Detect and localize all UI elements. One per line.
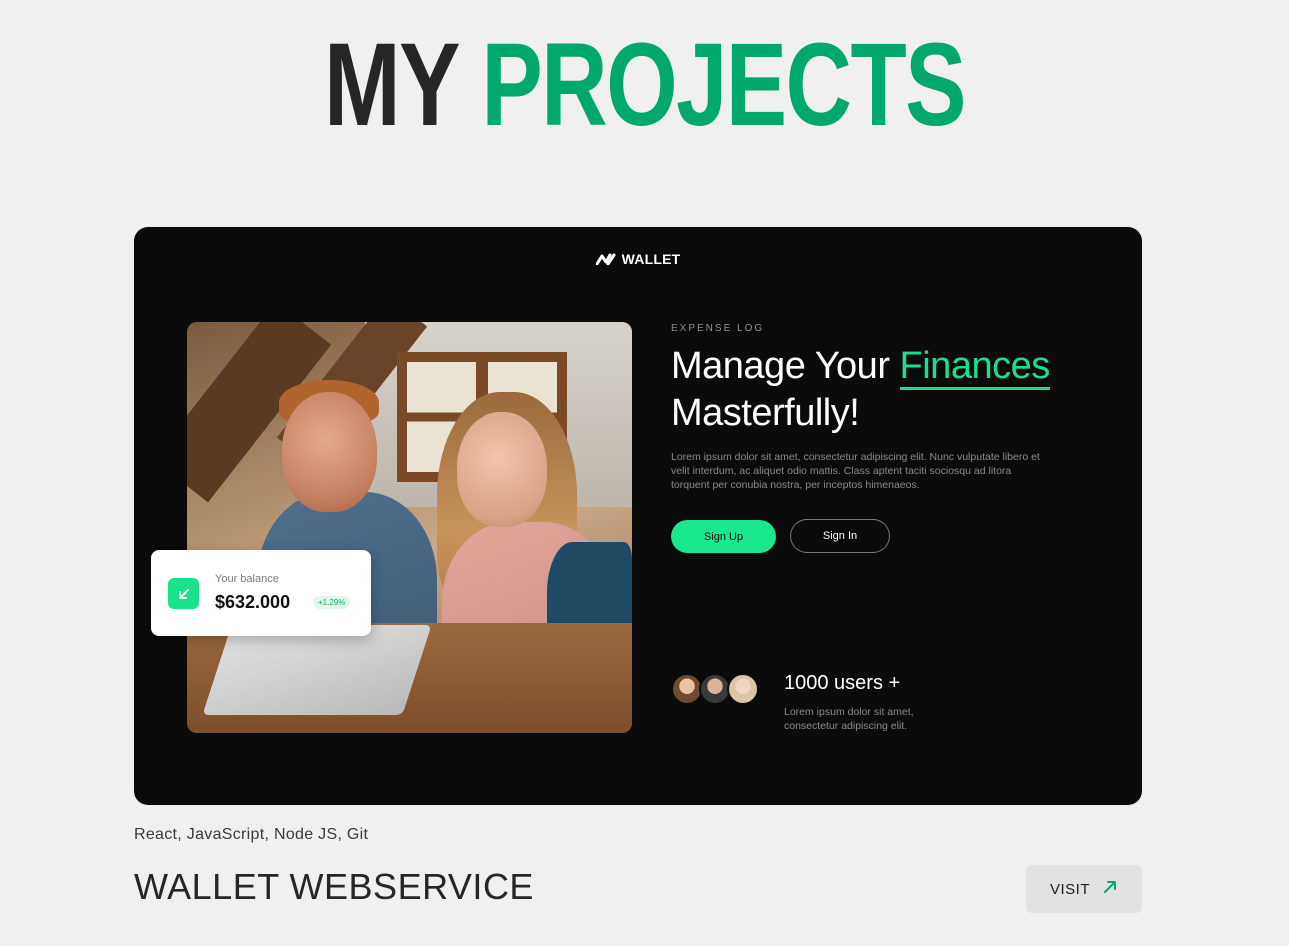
visit-button-label: VISIT xyxy=(1049,880,1090,898)
mockup-hero-description: Lorem ipsum dolor sit amet, consectetur … xyxy=(671,451,1040,491)
balance-change-badge: +1.29% xyxy=(313,596,351,609)
project-preview-card[interactable]: WALLET Your balance $632.000 +1.29% EXPE… xyxy=(134,227,1142,805)
page-title-word-my: MY xyxy=(324,19,459,151)
page-title: MY PROJECTS xyxy=(142,26,1147,144)
users-description: Lorem ipsum dolor sit amet, consectetur … xyxy=(784,706,914,732)
mockup-brand: WALLET xyxy=(134,251,1142,267)
mockup-hero-title: Manage Your Finances Masterfully! xyxy=(671,343,1111,437)
mockup-signup-button: Sign Up xyxy=(671,520,776,553)
project-tech-stack: React, JavaScript, Node JS, Git xyxy=(134,826,369,843)
users-count: 1000 users + xyxy=(784,672,901,694)
hero-title-accent: Finances xyxy=(899,345,1050,390)
visit-button[interactable]: VISIT xyxy=(1026,865,1142,913)
mockup-eyebrow: EXPENSE LOG xyxy=(671,323,765,334)
arrow-up-right-icon xyxy=(1102,879,1118,899)
balance-amount: $632.000 xyxy=(215,592,291,612)
hero-title-part-1: Manage Your xyxy=(671,345,900,387)
project-title: WALLET WEBSERVICE xyxy=(134,866,534,907)
page-title-word-projects: PROJECTS xyxy=(481,19,966,151)
mockup-signin-button: Sign In xyxy=(790,519,890,553)
wallet-logo-icon xyxy=(595,253,616,265)
balance-label: Your balance xyxy=(215,573,279,585)
hero-title-part-2: Masterfully! xyxy=(671,392,860,434)
arrow-down-left-icon xyxy=(168,578,199,609)
mockup-brand-name: WALLET xyxy=(621,251,681,267)
balance-card: Your balance $632.000 +1.29% xyxy=(151,550,371,636)
user-avatars xyxy=(671,673,759,705)
avatar xyxy=(727,673,759,705)
hero-photo xyxy=(187,322,632,733)
